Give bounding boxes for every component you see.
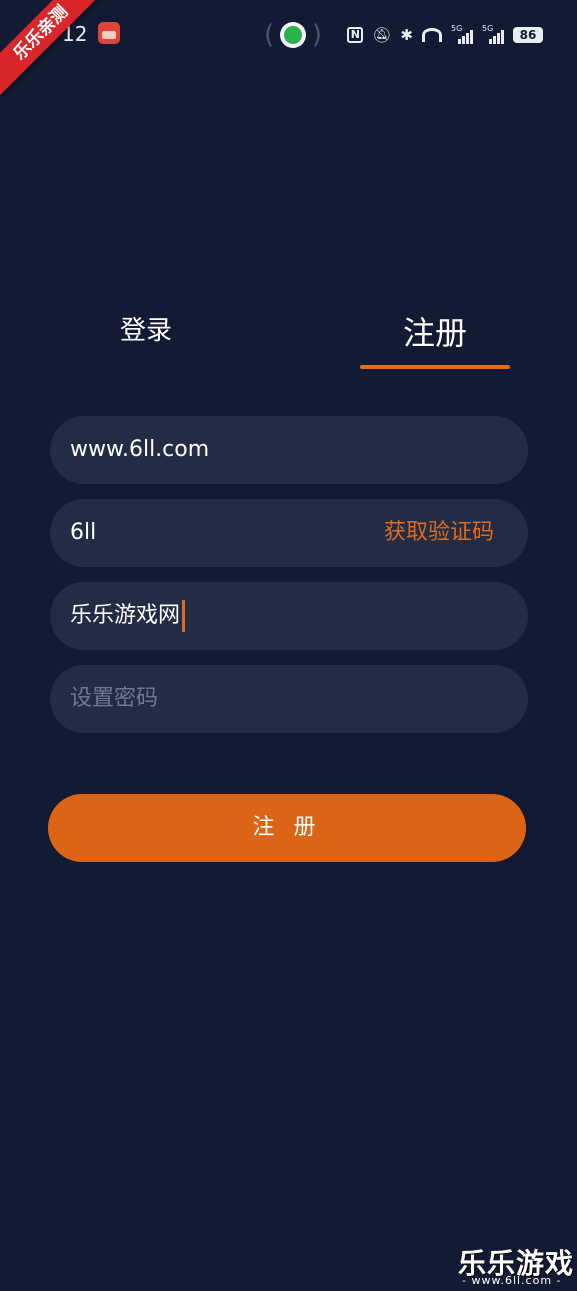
corner-ribbon: 乐乐亲测 <box>0 0 110 110</box>
website-field-value: www.6ll.com <box>70 437 210 462</box>
verification-code-value: 6ll <box>70 520 97 545</box>
tab-login[interactable]: 登录 <box>120 310 172 347</box>
tab-register[interactable]: 注册 <box>403 308 467 354</box>
pill-left-bracket: ( <box>264 20 275 50</box>
get-code-button[interactable]: 获取验证码 <box>384 499 494 567</box>
password-field[interactable]: 设置密码 <box>50 665 528 733</box>
nickname-field[interactable]: 乐乐游戏网 <box>50 582 528 650</box>
nickname-field-value-wrap: 乐乐游戏网 <box>70 582 186 650</box>
wifi-icon <box>422 28 442 42</box>
charging-indicator: ( ) <box>264 18 322 52</box>
ribbon-text: 乐乐亲测 <box>0 0 105 97</box>
register-button[interactable]: 注 册 <box>48 794 526 862</box>
website-field[interactable]: www.6ll.com <box>50 416 528 484</box>
bluetooth-icon: ✱ <box>400 26 413 44</box>
signal-icon-sim2: 5G <box>482 24 504 44</box>
silent-bell-icon: 🔕︎ <box>372 26 392 44</box>
pill-right-bracket: ) <box>311 20 322 50</box>
signal-icon-sim1: 5G <box>451 24 473 44</box>
verification-code-field[interactable]: 6ll 获取验证码 <box>50 499 528 567</box>
nickname-field-value: 乐乐游戏网 <box>70 603 181 628</box>
battery-icon: 86 <box>513 27 543 43</box>
status-icons: N 🔕︎ ✱ 5G 5G 86 <box>347 24 543 46</box>
nfc-icon: N <box>347 27 364 43</box>
watermark-url: - www.6ll.com - <box>462 1274 562 1287</box>
active-tab-indicator <box>360 365 510 369</box>
charging-icon <box>280 22 306 48</box>
text-cursor <box>182 600 186 632</box>
password-placeholder: 设置密码 <box>70 686 159 711</box>
